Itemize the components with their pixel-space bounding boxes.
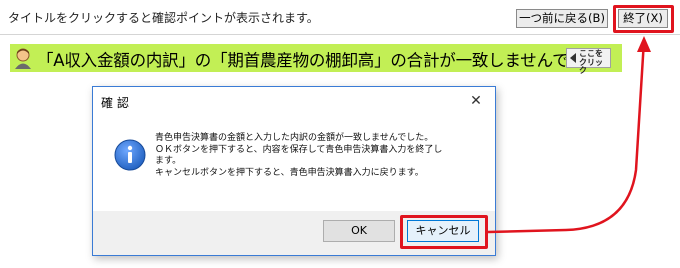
dialog-message: 青色申告決算書の金額と入力した内訳の金額が一致しませんでした。 ＯＫボタンを押下…	[155, 133, 485, 179]
click-here-label: ここを クリック	[579, 49, 603, 75]
dialog-title: 確 認	[101, 96, 129, 110]
dialog-message-line: キャンセルボタンを押下すると、青色申告決算書入力に戻ります。	[155, 167, 424, 178]
ok-button[interactable]: OK	[323, 220, 395, 242]
click-here-button[interactable]: ここを クリック	[566, 48, 611, 75]
dialog-body: 青色申告決算書の金額と入力した内訳の金額が一致しませんでした。 ＯＫボタンを押下…	[93, 115, 495, 211]
exit-highlight-box	[613, 5, 674, 33]
dialog-message-line: ます。	[155, 156, 182, 166]
back-button[interactable]: 一つ前に戻る(B)	[516, 9, 608, 28]
top-toolbar: タイトルをクリックすると確認ポイントが表示されます。 一つ前に戻る(B) 終了(…	[0, 0, 680, 34]
cancel-highlight-box	[400, 215, 488, 249]
info-icon	[114, 139, 146, 171]
close-icon[interactable]: ✕	[465, 91, 487, 111]
toolbar-divider	[0, 34, 680, 35]
instruction-text: タイトルをクリックすると確認ポイントが表示されます。	[8, 11, 319, 25]
error-message: 「A収入金額の内訳」の「期首農産物の棚卸高」の合計が一致しませんでした。	[37, 51, 618, 70]
dialog-message-line: ＯＫボタンを押下すると、内容を保存して青色申告決算書入力を終了し	[155, 144, 443, 155]
message-bar: 「A収入金額の内訳」の「期首農産物の棚卸高」の合計が一致しませんでした。 ここを…	[10, 44, 622, 75]
dialog-message-line: 青色申告決算書の金額と入力した内訳の金額が一致しませんでした。	[155, 133, 434, 143]
dialog-titlebar: 確 認 ✕	[93, 87, 495, 115]
person-icon	[15, 48, 31, 69]
left-triangle-icon	[570, 53, 576, 63]
